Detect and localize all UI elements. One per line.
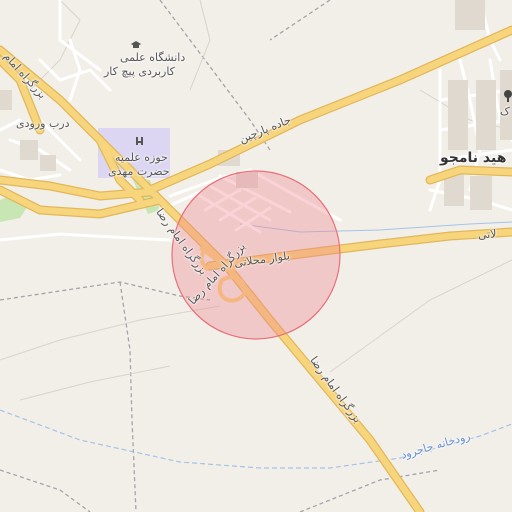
darb-label: درب ورودی (16, 117, 70, 130)
university-label-2: کاربردی پیچ کار (104, 65, 175, 78)
mahallati-blvd-label-right: لاتی (477, 227, 498, 242)
map-view[interactable]: دانشگاه علمی کاربردی پیچ کار حوزه علمیه … (0, 0, 512, 512)
seminary-label-2: حضرت مهدی (108, 165, 170, 178)
namjoo-label: هید نامجو (440, 150, 507, 166)
graduation-cap-icon (131, 41, 141, 48)
right-edge-letter: ک (500, 105, 510, 118)
university-label: دانشگاه علمی (120, 51, 186, 64)
seminary-label: حوزه علمیه (115, 151, 168, 164)
